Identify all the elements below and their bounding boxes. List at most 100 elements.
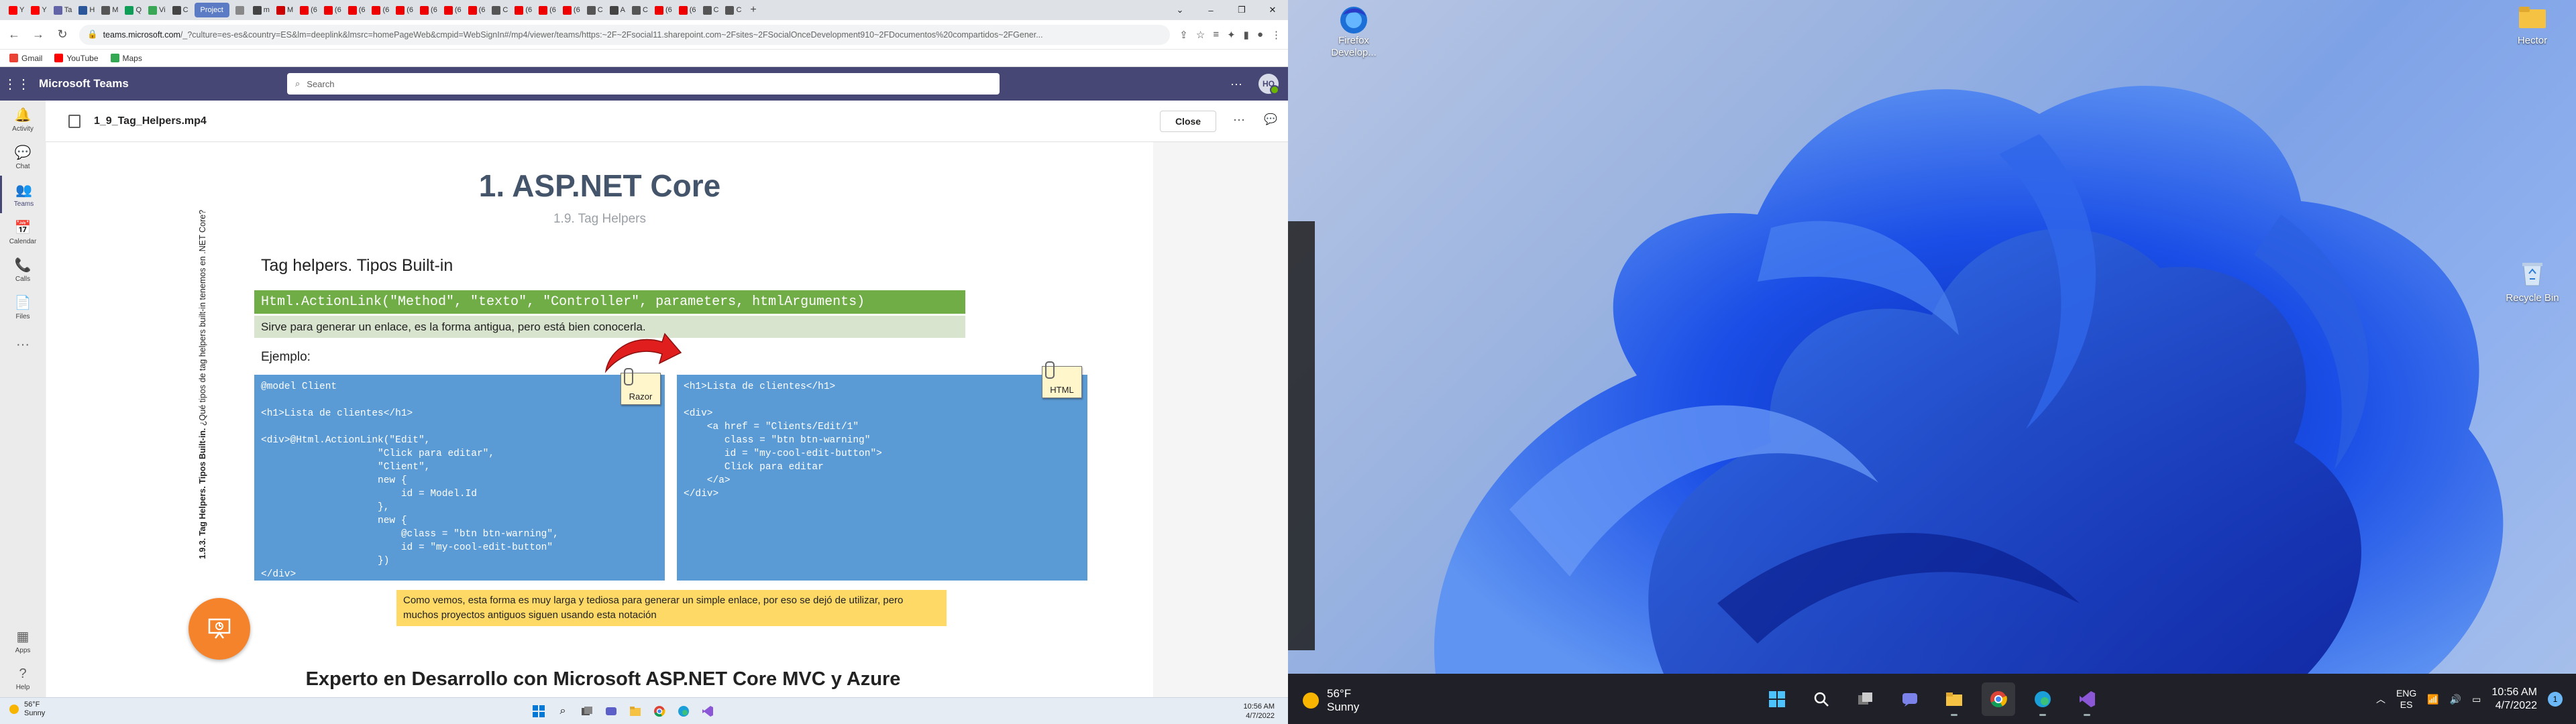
viewer-more-icon[interactable]: ··· — [1233, 113, 1245, 127]
browser-tab[interactable]: Vi — [145, 3, 169, 17]
rail-item-calls[interactable]: 📞 Calls — [0, 251, 46, 288]
chrome-icon[interactable] — [1982, 682, 2015, 716]
menu-kebab-icon[interactable]: ⋮ — [1271, 29, 1281, 41]
browser-tab[interactable]: C — [629, 3, 651, 17]
rail-item-help[interactable]: ? Help — [0, 660, 46, 697]
browser-tab[interactable]: A — [606, 3, 629, 17]
browser-tab[interactable]: (6 — [392, 3, 417, 17]
teams-chat-icon[interactable] — [602, 703, 620, 720]
chevron-up-icon[interactable]: ︿ — [2376, 692, 2385, 706]
search-icon[interactable] — [1805, 682, 1838, 716]
maximize-button[interactable]: ❐ — [1226, 0, 1257, 20]
browser-tab[interactable]: (6 — [321, 3, 345, 17]
browser-tab[interactable]: (6 — [651, 3, 676, 17]
tab-search-icon[interactable]: ⌄ — [1165, 0, 1195, 20]
browser-tab[interactable]: M — [273, 3, 297, 17]
wifi-icon[interactable]: 📶 — [2427, 694, 2438, 705]
close-window-button[interactable]: ✕ — [1257, 0, 1288, 20]
avatar[interactable]: HO — [1258, 74, 1279, 95]
browser-tab[interactable]: H — [75, 3, 98, 17]
browser-tab[interactable]: (6 — [559, 3, 584, 17]
browser-tab[interactable]: (6 — [345, 3, 369, 17]
browser-tab[interactable]: C — [488, 3, 511, 17]
input-language[interactable]: ENG ES — [2396, 688, 2416, 711]
back-button[interactable]: ← — [7, 27, 21, 42]
address-bar[interactable]: 🔒 teams.microsoft.com/_?culture=es-es&co… — [79, 24, 1171, 45]
html-tag: HTML — [1042, 361, 1082, 398]
browser-tab[interactable]: (6 — [465, 3, 489, 17]
conversation-icon[interactable]: 💬 — [1264, 113, 1277, 126]
browser-tab[interactable]: Y — [5, 3, 28, 17]
presentation-icon[interactable] — [189, 598, 250, 660]
firefox-developer-icon — [1340, 7, 1367, 34]
start-icon[interactable] — [1760, 682, 1794, 716]
teams-chat-icon[interactable] — [1893, 682, 1927, 716]
bookmark-item[interactable]: YouTube — [54, 54, 99, 63]
browser-tab[interactable]: (6 — [297, 3, 321, 17]
browser-tab[interactable]: Q — [121, 3, 145, 17]
right-clock[interactable]: 10:56 AM 4/7/2022 — [2491, 686, 2537, 713]
share-icon[interactable]: ⇪ — [1179, 29, 1188, 41]
volume-icon[interactable]: 🔊 — [2450, 694, 2461, 705]
browser-tab[interactable]: m — [250, 3, 273, 17]
more-options-icon[interactable]: ··· — [1230, 77, 1242, 91]
bookmark-star-icon[interactable]: ☆ — [1196, 29, 1205, 41]
minimize-button[interactable]: – — [1195, 0, 1226, 20]
media-icon[interactable]: ≡ — [1213, 29, 1219, 41]
teams-search-input[interactable]: ⌕ Search — [287, 73, 1000, 95]
notification-badge[interactable]: 1 — [2548, 692, 2563, 707]
browser-tab[interactable]: (6 — [535, 3, 559, 17]
video-slide[interactable]: 1. ASP.NET Core 1.9. Tag Helpers 1.9.3. … — [46, 142, 1153, 697]
browser-tab[interactable]: (6 — [441, 3, 465, 17]
task-view-icon[interactable] — [1849, 682, 1882, 716]
browser-tab[interactable]: (6 — [676, 3, 700, 17]
browser-tab[interactable] — [232, 3, 250, 17]
rail-more-apps-icon[interactable]: ··· — [0, 326, 46, 363]
rail-item-files[interactable]: 📄 Files — [0, 288, 46, 326]
rail-item-apps[interactable]: ▦ Apps — [0, 622, 46, 660]
app-launcher-icon[interactable]: ⋮⋮ — [0, 76, 34, 93]
browser-tab[interactable]: (6 — [368, 3, 392, 17]
battery-icon[interactable]: ▭ — [2472, 694, 2481, 705]
tab-active[interactable]: Project — [194, 3, 229, 17]
start-icon[interactable] — [530, 703, 547, 720]
visual-studio-icon[interactable] — [2070, 682, 2104, 716]
desktop-icon-hector[interactable]: Hector — [2496, 5, 2569, 47]
browser-tab[interactable]: C — [700, 3, 722, 17]
chrome-icon[interactable] — [651, 703, 668, 720]
search-icon[interactable]: ⌕ — [554, 703, 572, 720]
bookmark-item[interactable]: Gmail — [9, 54, 42, 63]
browser-tab[interactable]: Y — [28, 3, 50, 17]
browser-tab[interactable]: (6 — [511, 3, 535, 17]
desktop-label-firefox: Firefox Develop... — [1331, 35, 1377, 58]
desktop-icon-firefox[interactable]: Firefox Develop... — [1320, 5, 1387, 59]
browser-tab[interactable]: (6 — [417, 3, 441, 17]
browser-tab[interactable]: M — [98, 3, 121, 17]
browser-tab[interactable]: C — [169, 3, 192, 17]
desktop-icon-recycle-bin[interactable]: Recycle Bin — [2496, 260, 2569, 304]
bookmark-item[interactable]: Maps — [110, 54, 142, 63]
edge-icon[interactable] — [2026, 682, 2059, 716]
rail-item-chat[interactable]: 💬 Chat — [0, 138, 46, 176]
forward-button[interactable]: → — [31, 27, 46, 42]
weather-widget[interactable]: 56°F Sunny — [9, 701, 45, 718]
tab-favicon-icon — [515, 5, 524, 15]
browser-tab[interactable]: C — [584, 3, 606, 17]
profile-icon[interactable]: ● — [1257, 29, 1263, 41]
close-button[interactable]: Close — [1160, 111, 1216, 132]
file-explorer-icon[interactable] — [1937, 682, 1971, 716]
extensions-icon[interactable]: ✦ — [1227, 29, 1236, 41]
left-clock[interactable]: 10:56 AM 4/7/2022 — [1244, 702, 1275, 721]
sidebar-icon[interactable]: ▮ — [1244, 29, 1249, 41]
rail-item-activity[interactable]: 🔔 Activity — [0, 101, 46, 138]
new-tab-button[interactable]: + — [745, 4, 761, 16]
rail-item-calendar[interactable]: 📅 Calendar — [0, 213, 46, 251]
browser-tab[interactable]: Ta — [50, 3, 76, 17]
rail-item-teams[interactable]: 👥 Teams — [0, 176, 46, 213]
reload-button[interactable]: ↻ — [55, 27, 70, 42]
visual-studio-icon[interactable] — [699, 703, 716, 720]
file-explorer-icon[interactable] — [627, 703, 644, 720]
edge-icon[interactable] — [675, 703, 692, 720]
task-view-icon[interactable] — [578, 703, 596, 720]
browser-tab[interactable]: C — [722, 3, 745, 17]
